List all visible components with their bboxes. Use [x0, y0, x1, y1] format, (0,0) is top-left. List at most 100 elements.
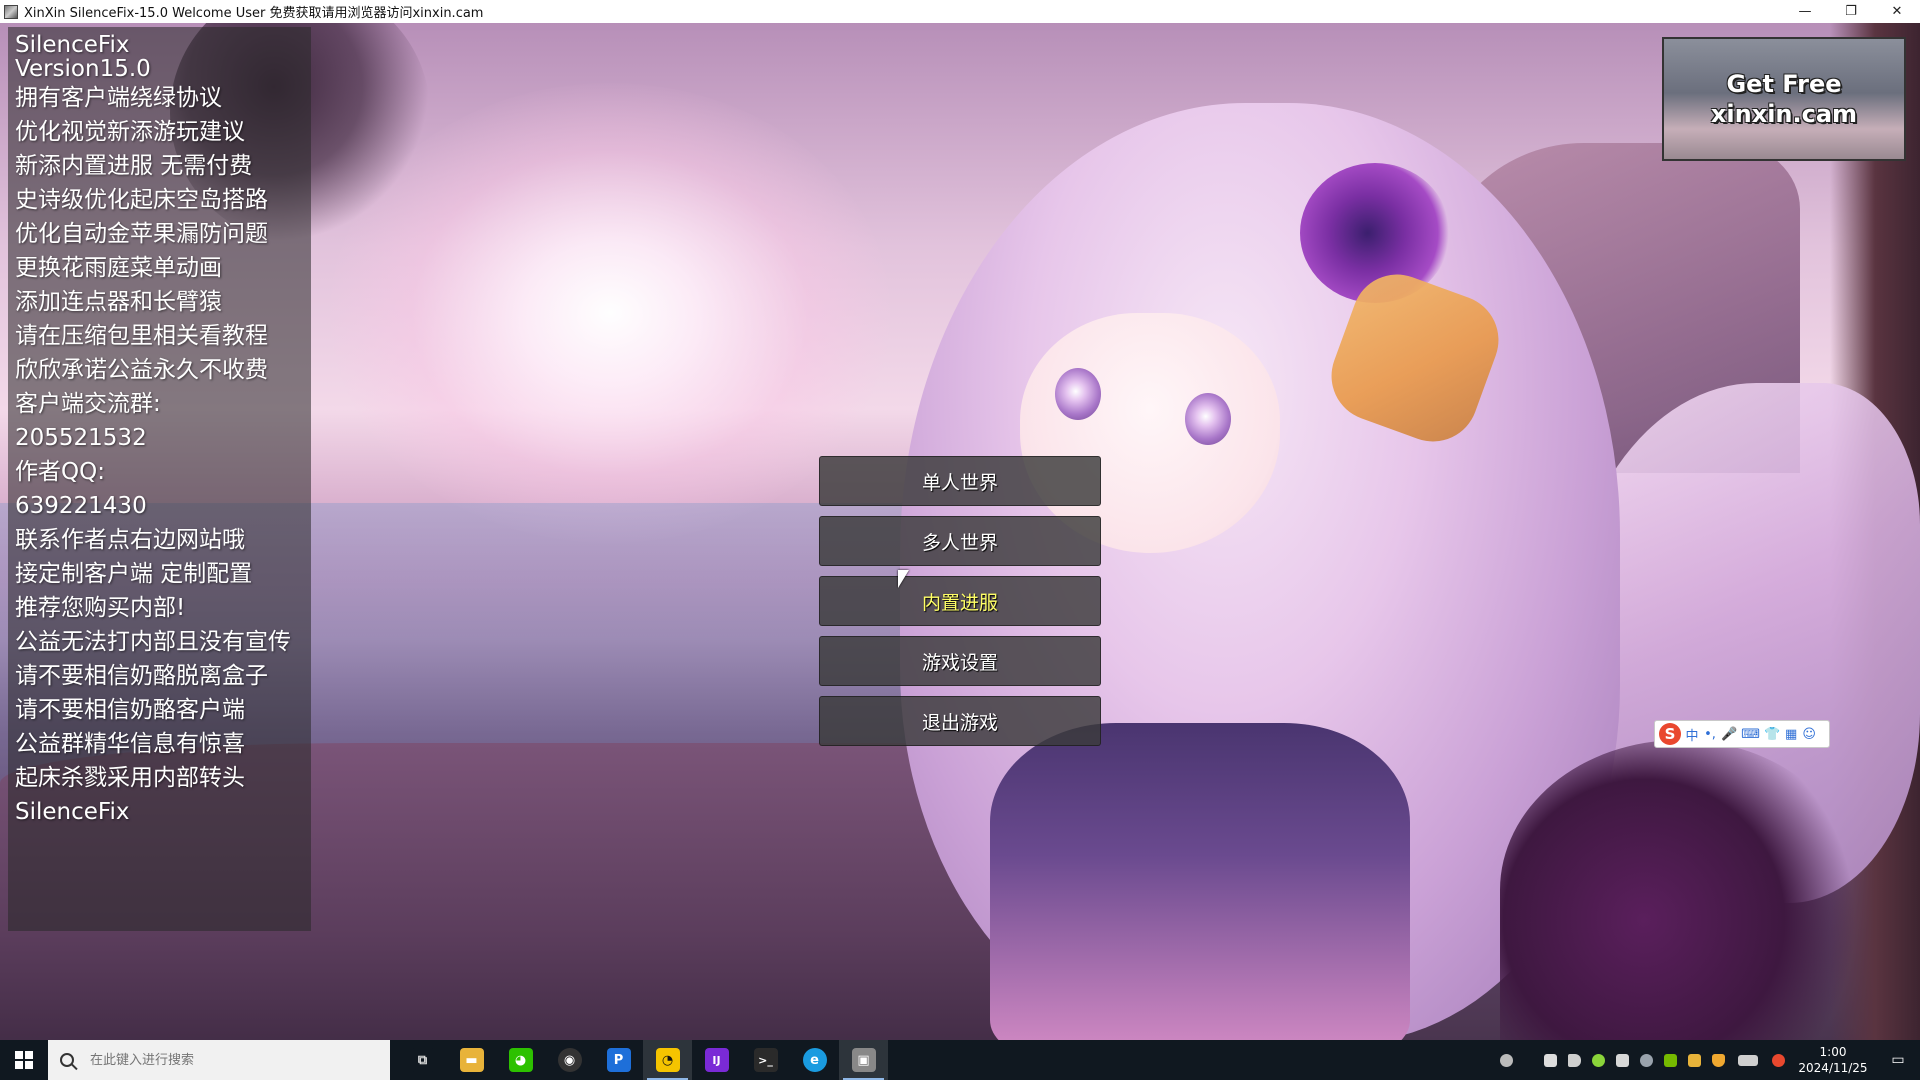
clock-date: 2024/11/25 — [1798, 1061, 1868, 1075]
taskbar: ⧉ ▬ ◕ ◉ P ◔ IJ >_ e — [0, 1040, 1920, 1080]
clock[interactable]: 1:00 2024/11/25 — [1790, 1044, 1876, 1076]
info-line: 更换花雨庭菜单动画 — [15, 255, 222, 281]
ime-tray-icon[interactable] — [1538, 1040, 1562, 1080]
close-button[interactable]: ✕ — [1874, 0, 1920, 23]
minecraft-app-icon: ▣ — [851, 1048, 876, 1072]
info-line: 推荐您购买内部! — [15, 595, 186, 621]
multiplayer-button[interactable]: 多人世界 — [819, 516, 1101, 566]
restore-button[interactable]: ❐ — [1828, 0, 1874, 23]
info-line: 客户端交流群: — [15, 391, 161, 417]
main-menu: 单人世界 多人世界 内置进服 游戏设置 退出游戏 — [819, 456, 1101, 756]
taskbar-apps: ⧉ ▬ ◕ ◉ P ◔ IJ >_ e ▣ — [398, 1040, 888, 1080]
tray-spacer — [1518, 1040, 1538, 1080]
volume-icon[interactable] — [1562, 1040, 1586, 1080]
info-line: 新添内置进服 无需付费 — [15, 153, 253, 179]
info-line: 公益无法打内部且没有宣传 — [15, 629, 291, 655]
system-tray: 1:00 2024/11/25 ▭ — [1494, 1040, 1920, 1080]
qq-button[interactable]: ◔ — [643, 1040, 692, 1080]
window-titlebar[interactable]: XinXin SilenceFix-15.0 Welcome User 免费获取… — [0, 0, 1920, 23]
edge-button[interactable]: e — [790, 1040, 839, 1080]
info-line: 添加连点器和长臂猿 — [15, 289, 222, 315]
info-line: 作者QQ: — [15, 459, 105, 485]
info-line: 史诗级优化起床空岛搭路 — [15, 187, 268, 213]
search-icon — [60, 1053, 74, 1067]
info-line: Version15.0 — [15, 56, 151, 82]
wechat-button[interactable]: ◕ — [496, 1040, 545, 1080]
builtin-server-button[interactable]: 内置进服 — [819, 576, 1101, 626]
info-line: 优化自动金苹果漏防问题 — [15, 221, 268, 247]
minecraft-app-button[interactable]: ▣ — [839, 1040, 888, 1080]
search-input[interactable] — [88, 1051, 352, 1069]
taskbar-search[interactable] — [48, 1040, 390, 1080]
ime-keyboard-icon[interactable]: ⌨ — [1741, 727, 1760, 742]
ime-skin-icon[interactable]: 👕 — [1764, 727, 1780, 742]
tray-app-icon[interactable] — [1494, 1040, 1518, 1080]
info-line: SilenceFix — [15, 32, 130, 58]
jetbrains-button[interactable]: IJ — [692, 1040, 741, 1080]
file-explorer-icon: ▬ — [459, 1048, 484, 1072]
wechat-icon: ◕ — [508, 1048, 533, 1072]
ime-toolbar[interactable]: S 中 •, 🎤 ⌨ 👕 ▦ ☺ — [1654, 720, 1830, 748]
character-eye-left — [1055, 368, 1101, 420]
mouse-cursor-icon — [898, 570, 909, 588]
obs-button[interactable]: ◉ — [545, 1040, 594, 1080]
info-line: 请不要相信奶酪脱离盒子 — [15, 663, 268, 689]
steam-tray-icon[interactable] — [1634, 1040, 1658, 1080]
windows-logo-icon — [15, 1051, 33, 1069]
info-line: 请不要相信奶酪客户端 — [15, 697, 245, 723]
edge-icon: e — [802, 1048, 827, 1072]
foreground-flowers — [1500, 740, 1860, 1040]
info-line: 接定制客户端 定制配置 — [15, 561, 253, 587]
info-line: 起床杀戮采用内部转头 — [15, 765, 245, 791]
start-button[interactable] — [0, 1040, 48, 1080]
ime-toolbox-icon[interactable]: ▦ — [1784, 727, 1798, 742]
p-app-button[interactable]: P — [594, 1040, 643, 1080]
info-line: 205521532 — [15, 425, 147, 451]
security-shield-icon[interactable] — [1706, 1040, 1730, 1080]
keyboard-tray-icon[interactable] — [1730, 1040, 1766, 1080]
ad-line-1: Get Free — [1726, 70, 1842, 98]
info-line: 639221430 — [15, 493, 147, 519]
character-eye-right — [1185, 393, 1231, 445]
ime-emoji-icon[interactable]: ☺ — [1802, 727, 1816, 742]
character-dress — [990, 723, 1410, 1040]
ime-punctuation-icon[interactable]: •, — [1703, 727, 1717, 742]
info-line: 拥有客户端绕绿协议 — [15, 85, 222, 111]
window-controls: — ❐ ✕ — [1782, 0, 1920, 23]
app-icon — [4, 4, 18, 19]
qq-icon: ◔ — [655, 1048, 680, 1072]
file-explorer-button[interactable]: ▬ — [447, 1040, 496, 1080]
clock-time: 1:00 — [1819, 1045, 1847, 1059]
info-line: 请在压缩包里相关看教程 — [15, 323, 268, 349]
nvidia-icon[interactable] — [1658, 1040, 1682, 1080]
singleplayer-button[interactable]: 单人世界 — [819, 456, 1101, 506]
sogou-logo-icon[interactable]: S — [1659, 723, 1681, 745]
desktop: XinXin SilenceFix-15.0 Welcome User 免费获取… — [0, 0, 1920, 1080]
info-line: 联系作者点右边网站哦 — [15, 527, 245, 553]
info-line: 欣欣承诺公益永久不收费 — [15, 357, 268, 383]
info-line: 公益群精华信息有惊喜 — [15, 731, 245, 757]
info-panel: SilenceFix Version15.0 拥有客户端绕绿协议 优化视觉新添游… — [8, 27, 311, 931]
notification-center-icon[interactable]: ▭ — [1876, 1040, 1920, 1080]
terminal-button[interactable]: >_ — [741, 1040, 790, 1080]
ime-voice-icon[interactable]: 🎤 — [1721, 727, 1737, 742]
quit-game-button[interactable]: 退出游戏 — [819, 696, 1101, 746]
jetbrains-icon: IJ — [704, 1048, 729, 1072]
website-ad-banner[interactable]: Get Free xinxin.cam — [1662, 37, 1906, 161]
obs-icon: ◉ — [557, 1048, 582, 1072]
sogou-tray-icon[interactable] — [1766, 1040, 1790, 1080]
info-line: SilenceFix — [15, 799, 130, 825]
ime-chinese-mode[interactable]: 中 — [1685, 725, 1699, 744]
p-app-icon: P — [606, 1048, 631, 1072]
folder-tray-icon[interactable] — [1682, 1040, 1706, 1080]
green-tray-icon[interactable] — [1586, 1040, 1610, 1080]
network-icon[interactable] — [1610, 1040, 1634, 1080]
ad-line-2: xinxin.cam — [1710, 100, 1858, 128]
window-title: XinXin SilenceFix-15.0 Welcome User 免费获取… — [24, 6, 484, 21]
task-view-icon: ⧉ — [410, 1048, 435, 1072]
task-view-button[interactable]: ⧉ — [398, 1040, 447, 1080]
minimize-button[interactable]: — — [1782, 0, 1828, 23]
info-line: 优化视觉新添游玩建议 — [15, 119, 245, 145]
game-settings-button[interactable]: 游戏设置 — [819, 636, 1101, 686]
terminal-icon: >_ — [753, 1048, 778, 1072]
